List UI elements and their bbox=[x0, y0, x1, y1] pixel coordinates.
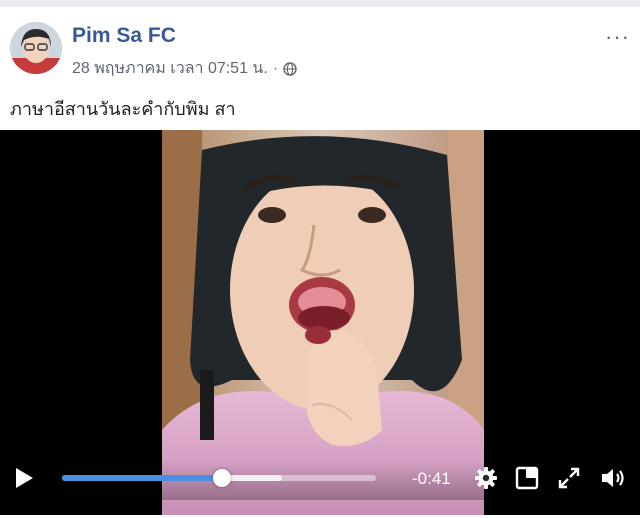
avatar[interactable] bbox=[10, 22, 62, 74]
volume-icon[interactable] bbox=[600, 466, 628, 490]
time-remaining: -0:41 bbox=[412, 469, 451, 488]
played-bar bbox=[62, 475, 223, 481]
post-meta: 28 พฤษภาคม เวลา 07:51 น. · bbox=[72, 56, 297, 81]
play-icon[interactable] bbox=[14, 467, 34, 489]
picture-in-picture-icon[interactable] bbox=[515, 466, 539, 490]
top-divider bbox=[0, 0, 640, 7]
page-name-link[interactable]: Pim Sa FC bbox=[72, 24, 176, 48]
post-caption: ภาษาอีสานวันละคำกับพิม สา bbox=[10, 99, 236, 119]
video-frame bbox=[162, 130, 484, 515]
more-options-button[interactable]: ··· bbox=[605, 24, 630, 50]
post-timestamp[interactable]: 28 พฤษภาคม เวลา 07:51 น. bbox=[72, 56, 268, 81]
video-progress-bar[interactable] bbox=[62, 469, 376, 487]
globe-icon[interactable] bbox=[283, 61, 297, 76]
settings-gear-icon[interactable] bbox=[474, 466, 498, 490]
fullscreen-icon[interactable] bbox=[557, 466, 581, 490]
video-player[interactable]: -0:41 bbox=[0, 130, 640, 515]
scrubber-handle[interactable] bbox=[213, 469, 232, 487]
meta-separator: · bbox=[272, 59, 279, 77]
